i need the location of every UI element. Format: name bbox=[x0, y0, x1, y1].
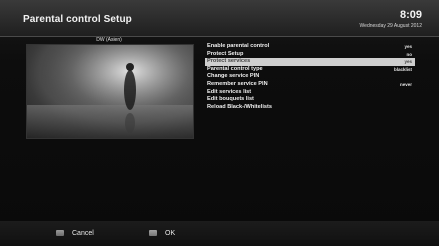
page-title: Parental control Setup bbox=[23, 14, 132, 25]
footer-bar: Cancel OK bbox=[0, 221, 439, 246]
menu-item-label: Edit services list bbox=[207, 88, 252, 95]
menu-item-value: never bbox=[399, 81, 412, 87]
ok-label: OK bbox=[165, 229, 176, 237]
menu-item[interactable]: Edit services list bbox=[205, 89, 415, 97]
ok-button[interactable]: OK bbox=[149, 228, 175, 238]
menu-item-label: Enable parental control bbox=[207, 43, 270, 49]
menu-item-label: Parental control type bbox=[207, 65, 263, 72]
settings-menu: Enable parental control yes Protect Setup n… bbox=[205, 43, 415, 111]
menu-item[interactable]: Protect Setup no bbox=[205, 51, 415, 59]
preview-image bbox=[27, 45, 193, 138]
menu-item[interactable]: Enable parental control yes bbox=[205, 43, 415, 51]
menu-item-value: yes bbox=[404, 59, 412, 65]
menu-item-label: Change service PIN bbox=[207, 73, 260, 80]
menu-item[interactable]: Remember service PIN never bbox=[205, 81, 415, 89]
menu-item-label: Protect services bbox=[207, 58, 251, 65]
green-key-icon bbox=[149, 230, 157, 236]
red-key-icon bbox=[56, 230, 64, 236]
menu-item[interactable]: Reload Black-/Whitelists bbox=[205, 104, 415, 112]
menu-item-value: no bbox=[406, 51, 413, 57]
menu-item-value: blacklist bbox=[393, 66, 412, 72]
menu-item-label: Edit bouquets list bbox=[207, 96, 254, 103]
menu-item-value: yes bbox=[404, 44, 412, 49]
menu-item-label: Protect Setup bbox=[207, 50, 244, 57]
cancel-label: Cancel bbox=[72, 229, 94, 237]
menu-item[interactable]: Change service PIN bbox=[205, 73, 415, 81]
menu-item[interactable]: Protect services yes bbox=[205, 58, 415, 66]
menu-item-label: Remember service PIN bbox=[207, 80, 268, 87]
clock-date: Wednesday 29 August 2012 bbox=[359, 23, 422, 29]
menu-item[interactable]: Parental control type blacklist bbox=[205, 66, 415, 74]
menu-item-label: Reload Black-/Whitelists bbox=[207, 103, 272, 110]
cancel-button[interactable]: Cancel bbox=[56, 228, 94, 238]
clock-time: 8:09 bbox=[399, 9, 422, 21]
tv-preview-window bbox=[26, 44, 194, 139]
menu-item[interactable]: Edit bouquets list bbox=[205, 96, 415, 104]
header-bar: Parental control Setup 8:09 Wednesday 29… bbox=[0, 0, 439, 37]
channel-name: DW (Asien) bbox=[96, 37, 122, 43]
